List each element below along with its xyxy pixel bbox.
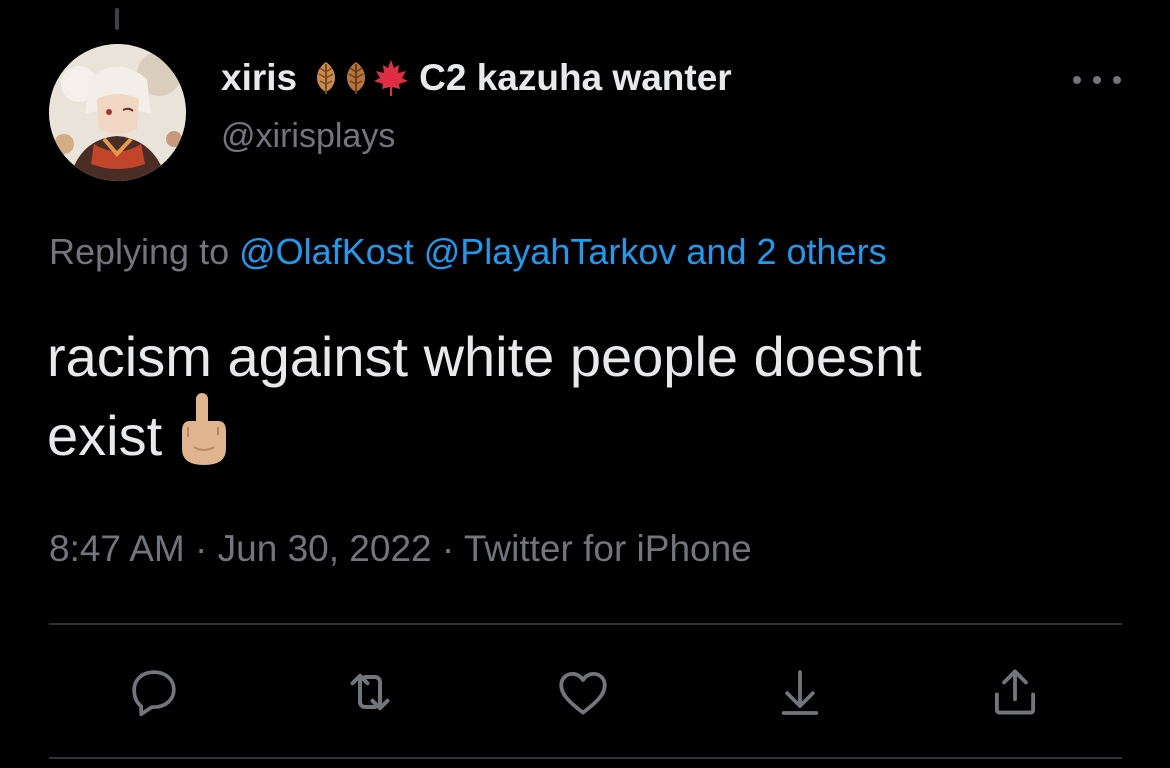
display-name-text: xiris (221, 57, 298, 98)
tweet-text-line-2: exist (47, 391, 1127, 482)
fallen-leaf-icon (347, 62, 366, 94)
display-name[interactable]: xiris C2 kazuha wanter (221, 56, 732, 100)
retweet-icon (350, 673, 390, 711)
fallen-leaf-icon (317, 62, 336, 94)
tweet-text-line: racism against white people doesnt (47, 325, 922, 388)
thread-connector-line (115, 8, 119, 30)
others-link[interactable]: and 2 others (686, 231, 886, 272)
name-emojis (311, 58, 411, 98)
share-button[interactable] (985, 662, 1045, 722)
like-icon (559, 671, 607, 715)
mention-link[interactable]: @PlayahTarkov (424, 231, 677, 272)
tweet-time[interactable]: 8:47 AM (49, 528, 185, 569)
share-icon (994, 669, 1036, 715)
reply-button[interactable] (124, 662, 184, 722)
divider (49, 757, 1122, 759)
tweet-date[interactable]: Jun 30, 2022 (218, 528, 432, 569)
more-options-button[interactable] (1073, 62, 1121, 98)
more-dot (1113, 76, 1121, 84)
meta-separator: · (431, 528, 464, 569)
replying-to-label: Replying to (49, 231, 230, 272)
retweet-button[interactable] (340, 662, 400, 722)
middle-finger-icon (174, 391, 230, 482)
tweet-actions-bar (0, 662, 1170, 722)
more-dot (1073, 76, 1081, 84)
more-dot (1093, 76, 1101, 84)
tweet-text-word: exist (47, 404, 163, 467)
bookmark-icon (781, 670, 819, 715)
replying-to-line: Replying to @OlafKost @PlayahTarkov and … (49, 230, 887, 274)
avatar-image (49, 44, 186, 181)
display-name-suffix: C2 kazuha wanter (419, 57, 732, 98)
tweet-meta: 8:47 AM · Jun 30, 2022 · Twitter for iPh… (49, 527, 752, 571)
reply-icon (132, 670, 176, 717)
maple-leaf-icon (374, 60, 409, 96)
tweet-text: racism against white people doesnt exist (47, 322, 1127, 482)
divider (49, 623, 1122, 625)
meta-separator: · (184, 528, 218, 569)
bookmark-button[interactable] (770, 662, 830, 722)
tweet-source[interactable]: Twitter for iPhone (464, 528, 752, 569)
like-button[interactable] (553, 662, 613, 722)
avatar[interactable] (49, 44, 186, 181)
mention-link[interactable]: @OlafKost (239, 231, 414, 272)
user-handle[interactable]: @xirisplays (221, 114, 395, 158)
